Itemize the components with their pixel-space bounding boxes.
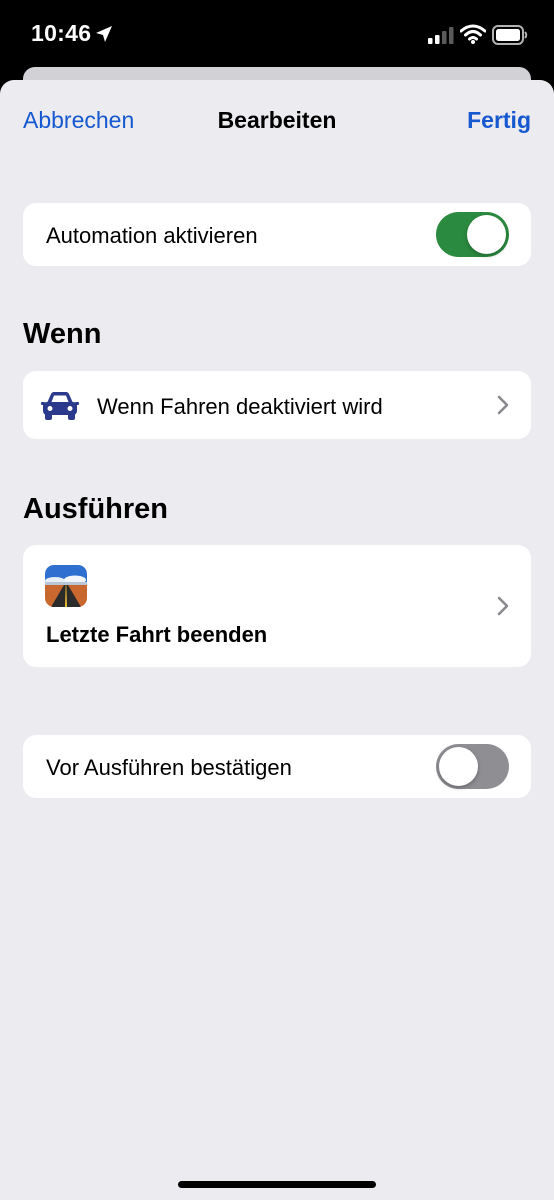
shortcut-label: Letzte Fahrt beenden bbox=[46, 622, 268, 647]
wifi-icon bbox=[460, 24, 486, 44]
toggle-knob bbox=[439, 747, 478, 786]
cellular-signal-icon bbox=[428, 27, 454, 44]
trigger-label: Wenn Fahren deaktiviert wird bbox=[97, 394, 383, 419]
trigger-row[interactable]: Wenn Fahren deaktiviert wird bbox=[23, 371, 531, 439]
run-section-title: Ausführen bbox=[23, 493, 168, 525]
shortcut-row[interactable]: Letzte Fahrt beenden bbox=[23, 545, 531, 667]
when-section-title: Wenn bbox=[23, 318, 102, 350]
location-arrow-icon bbox=[96, 26, 112, 42]
road-image-icon bbox=[45, 565, 87, 607]
status-bar: 10:46 bbox=[0, 0, 554, 70]
navigation-bar: Abbrechen Bearbeiten Fertig bbox=[0, 80, 554, 162]
car-icon bbox=[41, 392, 79, 420]
edit-sheet: Abbrechen Bearbeiten Fertig Automation a… bbox=[0, 80, 554, 1200]
status-time: 10:46 bbox=[31, 20, 92, 46]
confirm-before-run-label: Vor Ausführen bestätigen bbox=[46, 755, 292, 780]
enable-automation-row: Automation aktivieren bbox=[23, 203, 531, 266]
home-indicator bbox=[178, 1181, 376, 1188]
enable-automation-toggle[interactable] bbox=[436, 212, 509, 257]
chevron-right-icon bbox=[497, 596, 509, 616]
battery-icon bbox=[492, 25, 528, 45]
confirm-before-run-row: Vor Ausführen bestätigen bbox=[23, 735, 531, 798]
chevron-right-icon bbox=[497, 395, 509, 415]
confirm-before-run-toggle[interactable] bbox=[436, 744, 509, 789]
done-button[interactable]: Fertig bbox=[467, 107, 531, 134]
enable-automation-label: Automation aktivieren bbox=[46, 223, 258, 248]
toggle-knob bbox=[467, 215, 506, 254]
